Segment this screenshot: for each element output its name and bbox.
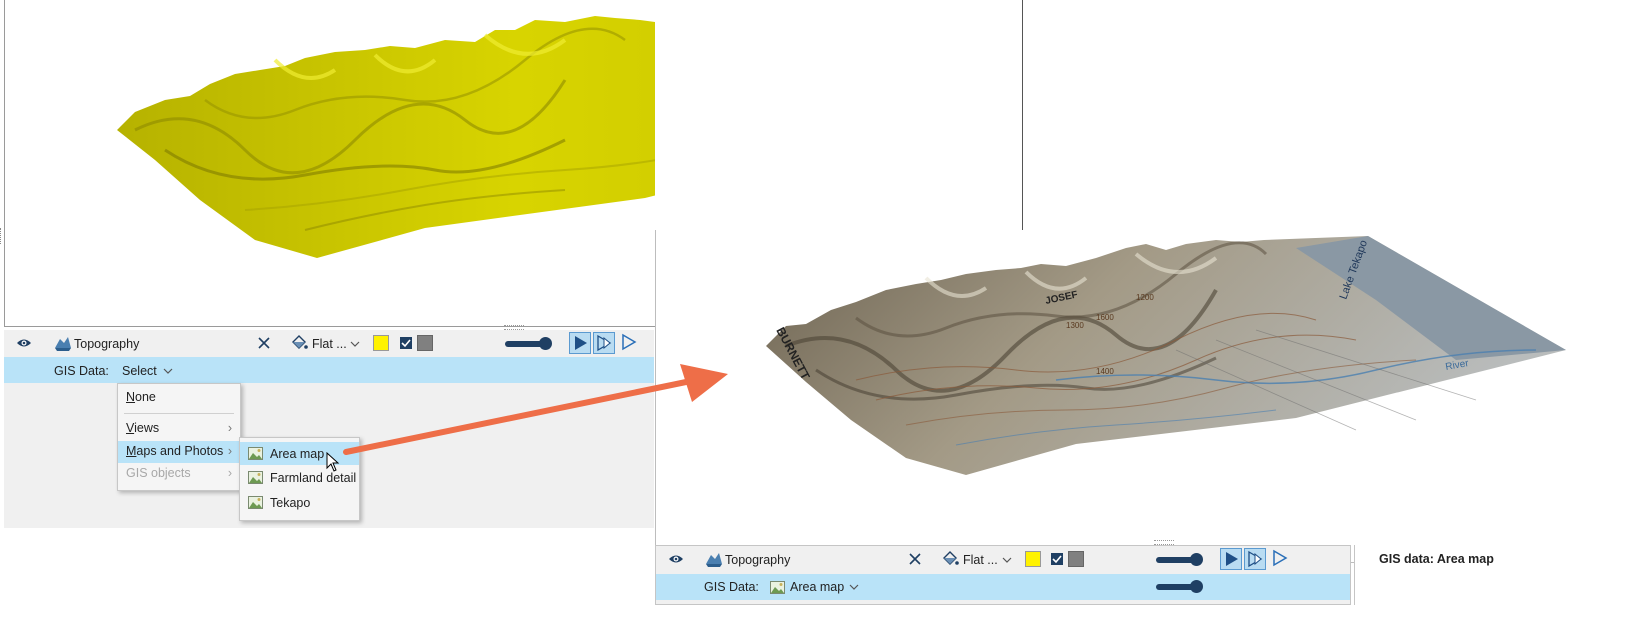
menu-item-maps-and-photos[interactable]: Maps and Photos › bbox=[118, 441, 240, 463]
chevron-right-icon: › bbox=[227, 444, 232, 458]
object-row: Topography Flat ... bbox=[656, 546, 1352, 572]
eye-icon[interactable] bbox=[668, 553, 684, 565]
chevron-right-icon: › bbox=[227, 466, 232, 480]
chevron-down-icon[interactable] bbox=[350, 341, 360, 347]
menu-item-label: Views bbox=[126, 421, 160, 435]
left-edge-handle[interactable] bbox=[0, 228, 4, 244]
shadow-mode-button[interactable] bbox=[1244, 548, 1266, 570]
render-mode-button[interactable] bbox=[1220, 548, 1242, 570]
play-outline-icon bbox=[622, 333, 637, 351]
shading-mode-label[interactable]: Flat ... bbox=[312, 336, 347, 352]
gis-data-row: GIS Data: Area map bbox=[656, 574, 1350, 600]
gis-opacity-slider-knob[interactable] bbox=[1190, 580, 1203, 593]
play-filled-icon bbox=[1226, 552, 1238, 566]
menu-item-label: Maps and Photos bbox=[126, 444, 224, 458]
callout-arrow bbox=[343, 364, 728, 455]
paint-bucket-icon[interactable] bbox=[290, 335, 308, 352]
menu-item-gis-objects: GIS objects › bbox=[118, 463, 240, 485]
shading-mode-label[interactable]: Flat ... bbox=[963, 552, 998, 568]
gis-data-select[interactable]: Area map bbox=[790, 579, 844, 595]
backface-color-swatch[interactable] bbox=[417, 335, 433, 351]
info-panel-text: GIS data: Area map bbox=[1379, 552, 1494, 566]
gis-data-label: GIS Data: bbox=[54, 364, 109, 378]
color-swatch[interactable] bbox=[1025, 551, 1041, 567]
half-shaded-icon bbox=[1248, 550, 1263, 568]
left-3d-viewport[interactable] bbox=[4, 0, 915, 327]
submenu-item-tekapo[interactable]: Tekapo bbox=[240, 491, 359, 514]
window-divider bbox=[1022, 0, 1023, 230]
menu-item-views[interactable]: Views › bbox=[118, 418, 240, 440]
opacity-slider-knob[interactable] bbox=[539, 337, 552, 350]
image-icon bbox=[248, 447, 263, 460]
gis-data-select[interactable]: Select bbox=[122, 363, 157, 379]
right-properties-panel: Topography Flat ... GIS Data: Area map bbox=[655, 545, 1351, 605]
object-name: Topography bbox=[725, 553, 791, 567]
play-filled-icon bbox=[575, 336, 587, 350]
chevron-right-icon: › bbox=[227, 421, 232, 435]
yellow-terrain-surface bbox=[117, 16, 915, 258]
outline-mode-button[interactable] bbox=[1269, 548, 1291, 570]
submenu-item-label: Farmland detail bbox=[270, 471, 357, 485]
outline-mode-button[interactable] bbox=[618, 332, 640, 354]
backface-checkbox[interactable] bbox=[400, 337, 412, 349]
map-label-contour: 1200 bbox=[1136, 293, 1154, 302]
map-label-contour: 1300 bbox=[1066, 321, 1084, 330]
chevron-down-icon[interactable] bbox=[163, 368, 173, 374]
map-label-contour: 1400 bbox=[1096, 367, 1114, 376]
draped-map-surface: BURNETT JOSEF Lake Tekapo River 1600 130… bbox=[766, 236, 1566, 475]
close-icon[interactable] bbox=[258, 337, 270, 349]
menu-separator bbox=[124, 413, 234, 414]
surface-icon bbox=[55, 337, 71, 351]
half-shaded-icon bbox=[597, 334, 612, 352]
paint-bucket-icon[interactable] bbox=[941, 551, 959, 568]
image-icon bbox=[770, 581, 785, 594]
menu-item-label: None bbox=[126, 390, 156, 404]
image-icon bbox=[248, 471, 263, 484]
right-3d-viewport[interactable]: BURNETT JOSEF Lake Tekapo River 1600 130… bbox=[655, 230, 1632, 563]
chevron-down-icon[interactable] bbox=[849, 584, 859, 590]
gis-data-menu: None Views › Maps and Photos › GIS objec… bbox=[117, 383, 241, 491]
menu-item-label: GIS objects bbox=[126, 466, 191, 480]
opacity-slider-knob[interactable] bbox=[1190, 553, 1203, 566]
backface-color-swatch[interactable] bbox=[1068, 551, 1084, 567]
image-icon bbox=[248, 496, 263, 509]
info-panel: GIS data: Area map bbox=[1354, 545, 1632, 605]
mouse-pointer-icon bbox=[326, 452, 340, 472]
object-name: Topography bbox=[74, 337, 140, 351]
play-outline-icon bbox=[1273, 549, 1288, 567]
shadow-mode-button[interactable] bbox=[593, 332, 615, 354]
submenu-item-label: Tekapo bbox=[270, 496, 311, 510]
checkmark-icon bbox=[1052, 555, 1062, 564]
gis-data-label: GIS Data: bbox=[704, 580, 759, 594]
menu-item-none[interactable]: None bbox=[118, 387, 240, 409]
surface-icon bbox=[706, 553, 722, 567]
chevron-down-icon[interactable] bbox=[1002, 557, 1012, 563]
eye-icon[interactable] bbox=[16, 337, 32, 349]
color-swatch[interactable] bbox=[373, 335, 389, 351]
backface-checkbox[interactable] bbox=[1051, 553, 1063, 565]
checkmark-icon bbox=[401, 339, 411, 348]
submenu-item-label: Area map bbox=[270, 447, 325, 461]
close-icon[interactable] bbox=[909, 553, 921, 565]
map-label-contour: 1600 bbox=[1096, 313, 1114, 322]
render-mode-button[interactable] bbox=[569, 332, 591, 354]
object-row: Topography Flat ... bbox=[4, 330, 654, 356]
